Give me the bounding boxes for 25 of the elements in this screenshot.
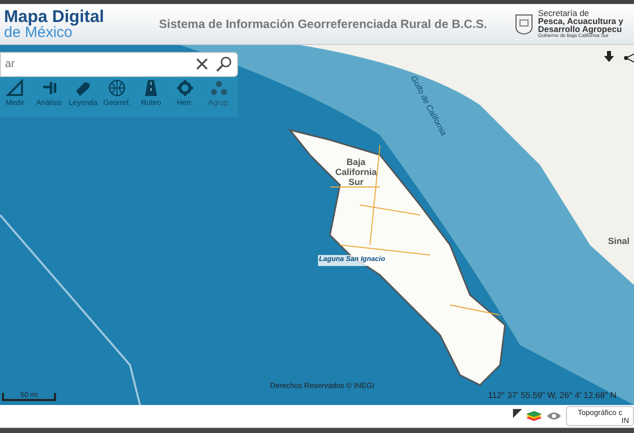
share-icon[interactable] (624, 53, 634, 63)
page-title: Sistema de Información Georreferenciada Rural de B.C.S. (159, 16, 488, 33)
download-icon[interactable] (603, 51, 615, 63)
road-icon (142, 79, 160, 97)
eye-icon[interactable] (546, 411, 562, 421)
logo-title: Mapa Digital (4, 8, 106, 25)
agency-text: Desarrollo Agropecu (538, 25, 622, 33)
coordinates-text: 112° 37' 55.59" W, 26° 4' 12.68" N (488, 389, 616, 402)
ruler-icon (6, 79, 24, 97)
search-icon[interactable] (216, 56, 232, 72)
agency-text: Secretaría de (538, 9, 590, 17)
gear-icon (176, 79, 194, 97)
map-label: Sinal (608, 235, 630, 248)
layers-icon[interactable] (526, 410, 542, 422)
map-label: Baja California Sur (334, 157, 378, 187)
logo-subtitle: de México (4, 25, 72, 40)
tool-icon (40, 79, 58, 97)
globe-icon (108, 79, 126, 97)
close-icon[interactable] (196, 58, 208, 70)
tag-icon (74, 79, 92, 97)
dots-icon (210, 79, 228, 97)
agency-text: Pesca, Acuacultura y (538, 17, 624, 25)
corner-toggle-icon[interactable] (513, 409, 522, 418)
search-field[interactable]: ar (0, 52, 238, 76)
coat-of-arms-icon (514, 13, 534, 35)
